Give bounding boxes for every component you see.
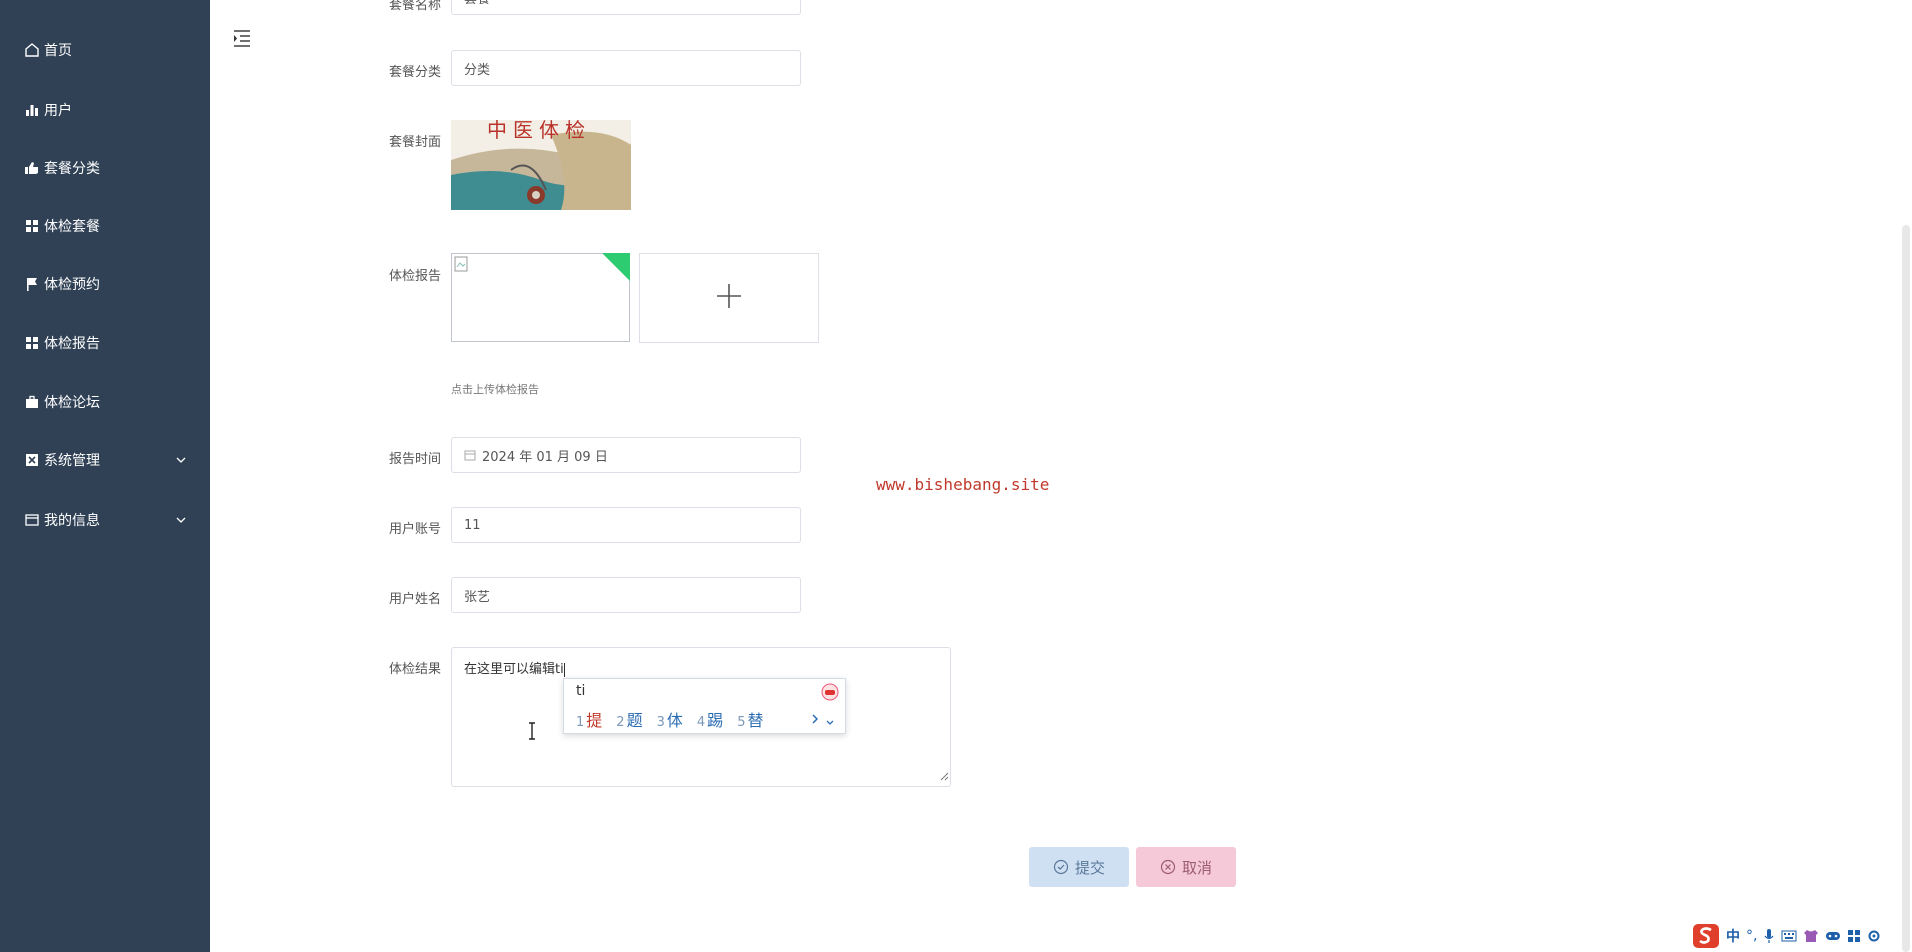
user-name-label: 用户姓名	[388, 592, 441, 607]
ime-candidate-window: ti 1提 2题 3体 4踢 5替	[563, 678, 846, 734]
sidebar-item-label: 系统管理	[44, 453, 100, 469]
toolbox-grid-icon[interactable]	[1847, 929, 1861, 943]
bar-chart-icon	[24, 102, 40, 118]
page-scrollbar[interactable]	[1902, 225, 1910, 952]
report-time-value: 2024 年 01 月 09 日	[482, 449, 608, 465]
mouse-cursor-ibeam-icon	[527, 722, 537, 744]
report-time-input[interactable]: 2024 年 01 月 09 日	[451, 437, 801, 473]
thumbs-up-icon	[24, 160, 40, 176]
package-cover-image[interactable]: 中医体检	[451, 120, 631, 210]
sidebar-item-package-category[interactable]: 套餐分类	[0, 148, 210, 188]
report-time-label: 报告时间	[388, 452, 441, 467]
report-thumbnail[interactable]	[451, 253, 630, 342]
sidebar-item-home[interactable]: 首页	[0, 30, 210, 70]
checkup-report-label: 体检报告	[388, 269, 441, 284]
submit-button-label: 提交	[1074, 858, 1105, 877]
window-icon	[24, 512, 40, 528]
flag-icon	[24, 276, 40, 292]
package-name-value: 套餐	[464, 0, 490, 7]
sidebar-item-label: 体检论坛	[44, 395, 100, 411]
game-controller-icon[interactable]	[1825, 930, 1841, 942]
chevron-down-icon	[174, 453, 188, 467]
package-cover-caption: 中医体检	[487, 120, 591, 142]
close-circle-icon	[1160, 859, 1176, 875]
ime-candidate[interactable]: 5替	[737, 707, 763, 731]
ime-tray: 中 °,	[1692, 922, 1881, 950]
grid-icon	[24, 335, 40, 351]
resize-handle-icon[interactable]	[939, 770, 949, 785]
sidebar-item-my-info[interactable]: 我的信息	[0, 500, 210, 540]
skin-shirt-icon[interactable]	[1803, 929, 1819, 943]
cancel-button[interactable]: 取消	[1136, 847, 1236, 887]
ime-candidate[interactable]: 1提	[576, 707, 602, 731]
sidebar-item-label: 体检报告	[44, 336, 100, 352]
settings-gear-icon[interactable]	[1867, 929, 1881, 943]
package-category-input[interactable]: 分类	[451, 50, 801, 86]
ime-skin-icon[interactable]	[821, 683, 839, 705]
package-category-label: 套餐分类	[388, 65, 441, 80]
briefcase-icon	[24, 394, 40, 410]
sidebar-item-users[interactable]: 用户	[0, 90, 210, 130]
settings-box-icon	[24, 452, 40, 468]
check-circle-icon	[1053, 859, 1069, 875]
user-account-value: 11	[464, 517, 481, 533]
sidebar-toggle-icon[interactable]	[232, 28, 252, 48]
watermark-text: www.bishebang.site	[876, 475, 1050, 494]
ime-candidate[interactable]: 3体	[657, 707, 683, 731]
sidebar-item-checkup-booking[interactable]: 体检预约	[0, 264, 210, 304]
ime-candidate[interactable]: 4踢	[697, 707, 723, 731]
user-account-input[interactable]: 11	[451, 507, 801, 543]
plus-icon	[715, 282, 743, 314]
sidebar-item-label: 体检套餐	[44, 219, 100, 235]
sidebar-item-system-management[interactable]: 系统管理	[0, 440, 210, 480]
sogou-logo-icon[interactable]	[1692, 923, 1720, 949]
package-cover-label: 套餐封面	[388, 135, 441, 150]
text-caret	[563, 662, 565, 677]
cancel-button-label: 取消	[1181, 858, 1212, 877]
sidebar-item-label: 体检预约	[44, 277, 100, 293]
sidebar-item-checkup-package[interactable]: 体检套餐	[0, 206, 210, 246]
sidebar-item-label: 我的信息	[44, 513, 100, 529]
ime-candidate[interactable]: 2题	[616, 707, 642, 731]
report-upload-button[interactable]	[639, 253, 819, 343]
broken-image-icon	[454, 256, 468, 276]
submit-button[interactable]: 提交	[1029, 847, 1129, 887]
package-category-value: 分类	[464, 62, 491, 78]
upload-hint: 点击上传体检报告	[451, 383, 539, 396]
package-name-input[interactable]: 套餐	[451, 0, 801, 15]
ime-next-page-icon[interactable]	[810, 711, 820, 730]
ime-mode-indicator[interactable]: 中	[1726, 926, 1740, 946]
grid-icon	[24, 218, 40, 234]
home-icon	[24, 42, 40, 58]
sidebar-item-checkup-forum[interactable]: 体检论坛	[0, 382, 210, 422]
sidebar-item-label: 用户	[44, 103, 72, 119]
ime-expand-icon[interactable]	[825, 713, 835, 732]
upload-success-corner-icon	[602, 253, 630, 285]
checkup-result-value: 在这里可以编辑ti	[464, 662, 564, 677]
sidebar-item-label: 套餐分类	[44, 161, 100, 177]
calendar-icon	[464, 449, 476, 461]
package-name-label: 套餐名称	[388, 0, 441, 13]
user-account-label: 用户账号	[388, 522, 441, 537]
sidebar-item-label: 首页	[44, 43, 72, 59]
keyboard-icon[interactable]	[1781, 930, 1797, 942]
microphone-icon[interactable]	[1763, 928, 1775, 944]
user-name-input[interactable]: 张艺	[451, 577, 801, 613]
user-name-value: 张艺	[464, 589, 491, 605]
punctuation-icon[interactable]: °,	[1746, 928, 1757, 944]
sidebar-item-checkup-report[interactable]: 体检报告	[0, 323, 210, 363]
checkup-result-label: 体检结果	[388, 662, 441, 677]
ime-pinyin: ti	[576, 683, 586, 699]
sidebar: 首页 用户 套餐分类 体检套餐 体检预约 体检报告 体检论坛 系统管理 我的信息	[0, 0, 210, 952]
chevron-down-icon	[174, 513, 188, 527]
